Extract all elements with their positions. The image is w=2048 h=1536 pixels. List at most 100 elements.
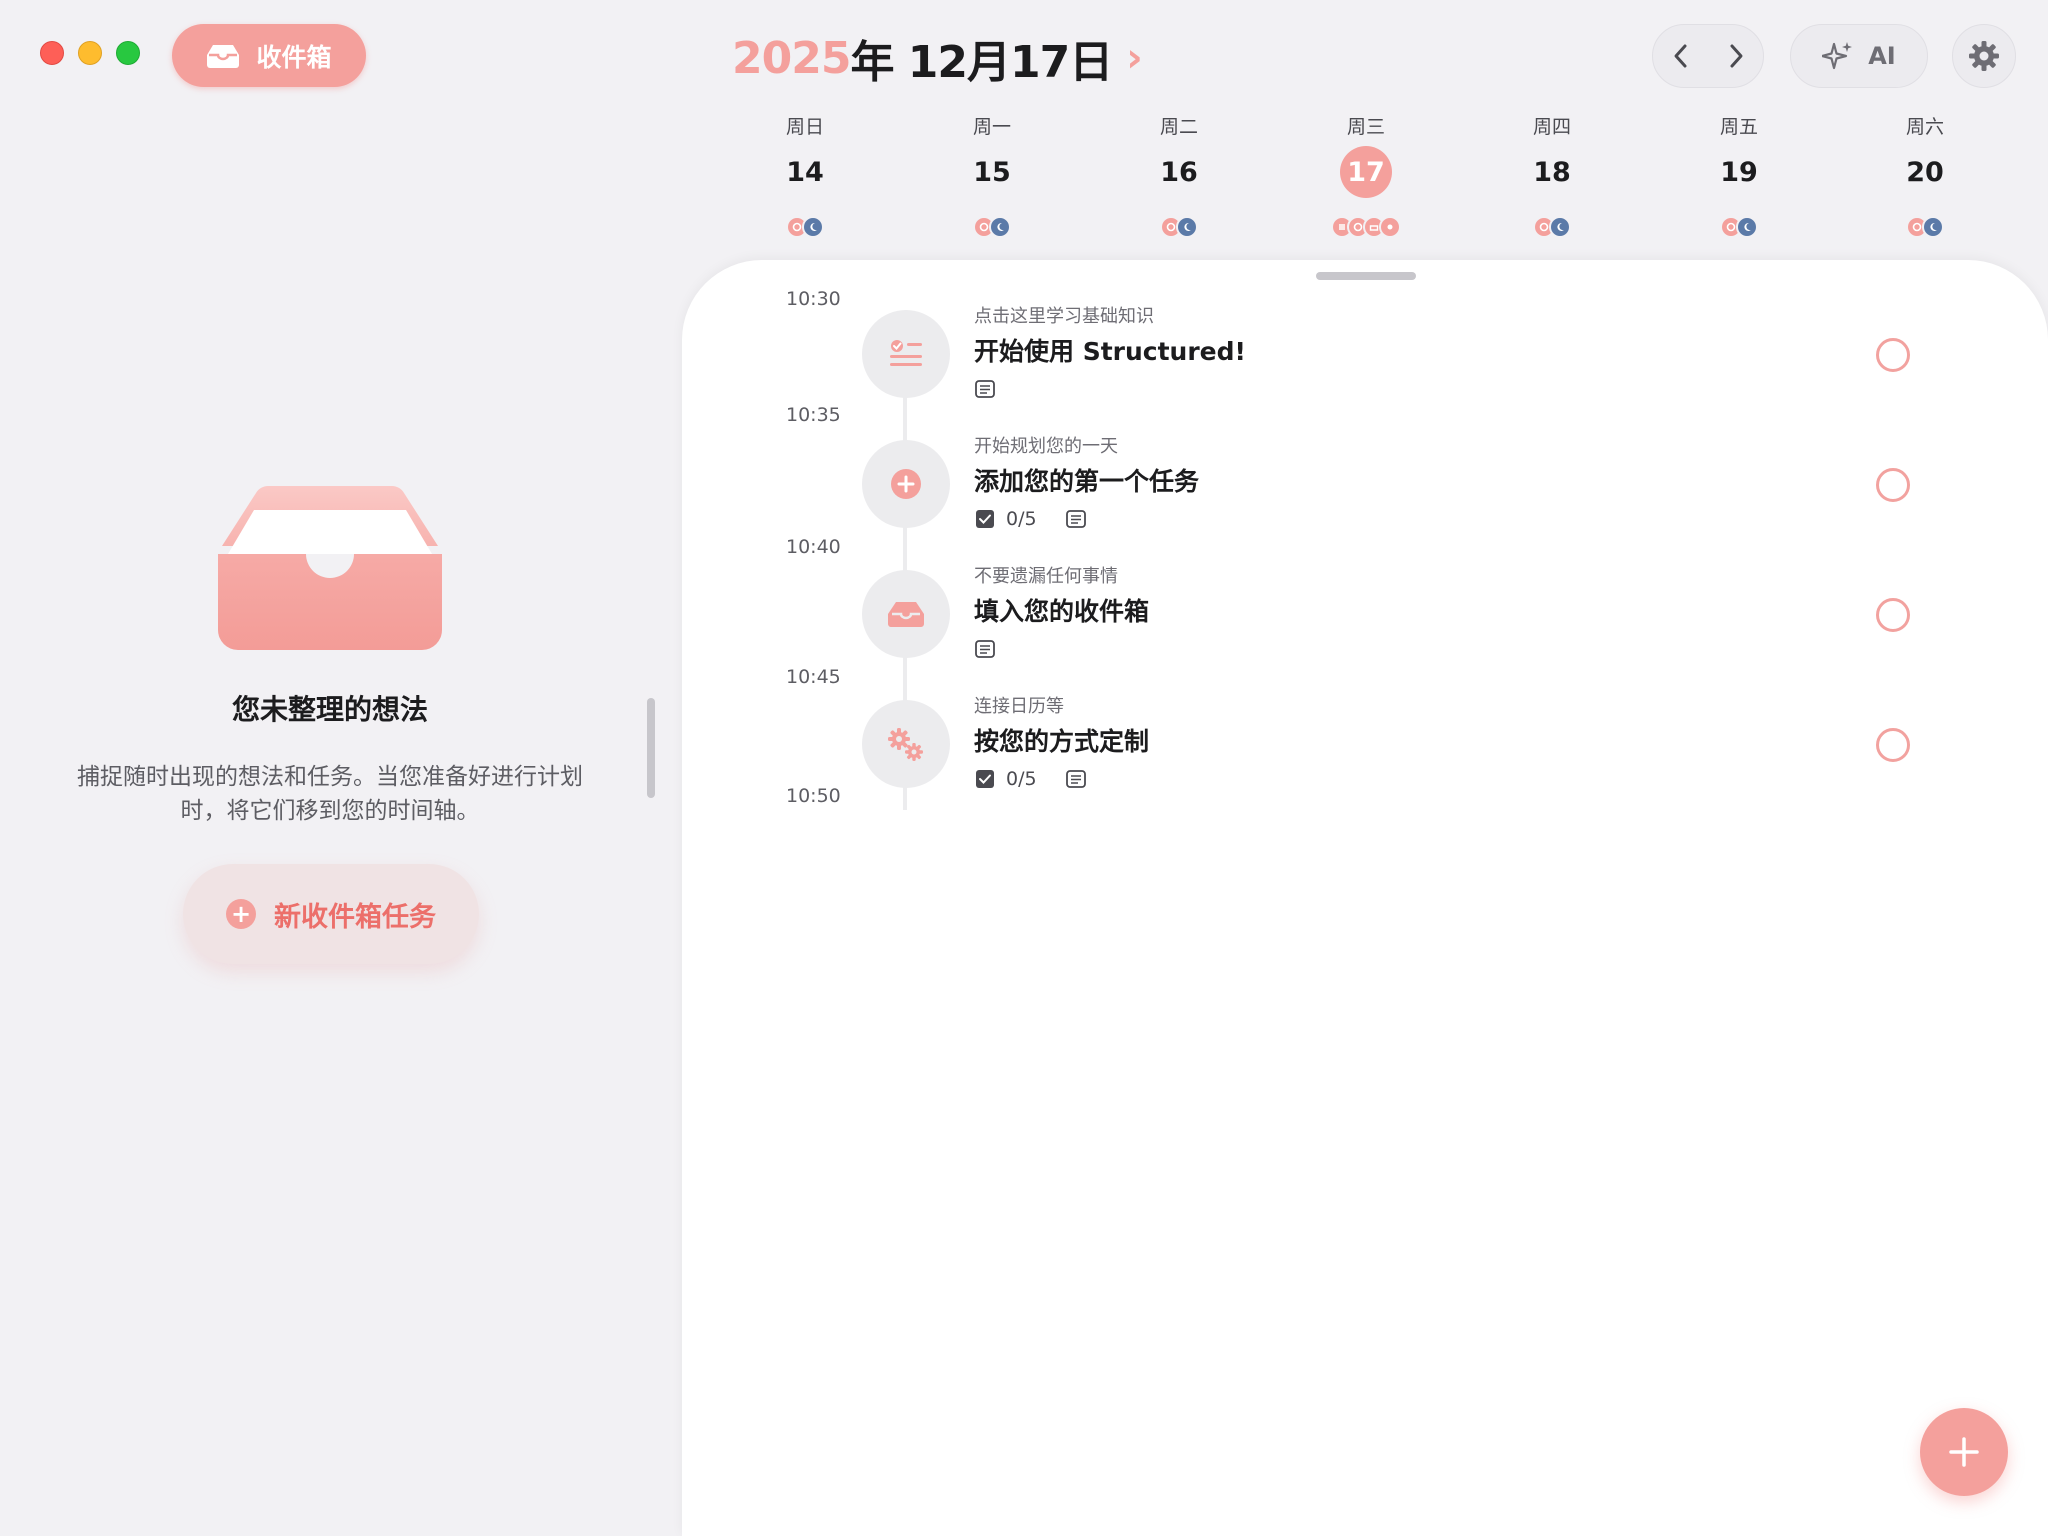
inbox-tray-icon: [207, 44, 240, 68]
moon-icon: [802, 216, 824, 238]
task-subtitle: 连接日历等: [974, 696, 1064, 717]
day-number: 14: [786, 156, 824, 188]
day-number: 18: [1533, 156, 1571, 188]
day-number: 20: [1906, 156, 1944, 188]
task-title: 开始使用 Structured!: [974, 337, 1246, 366]
moon-icon: [989, 216, 1011, 238]
moon-icon: [1549, 216, 1571, 238]
checklist-icon: [890, 340, 922, 366]
day-friday[interactable]: 周五 19: [1679, 112, 1799, 240]
subtask-checkbox-icon: [976, 510, 994, 528]
moon-icon: [1736, 216, 1758, 238]
task-complete-checkbox[interactable]: [1876, 598, 1910, 632]
subtask-count: 0/5: [1006, 508, 1037, 530]
task-item[interactable]: 开始规划您的一天 添加您的第一个任务 0/5: [682, 436, 2048, 550]
empty-inbox-description: 捕捉随时出现的想法和任务。当您准备好进行计划时，将它们移到您的时间轴。: [77, 764, 583, 824]
day-name: 周四: [1532, 116, 1571, 138]
task-item[interactable]: 点击这里学习基础知识 开始使用 Structured!: [682, 306, 2048, 420]
panel-divider-handle[interactable]: [647, 698, 655, 798]
day-number-selected: 17: [1340, 146, 1392, 198]
day-name: 周三: [1346, 116, 1385, 138]
window-controls: [40, 41, 140, 65]
subtask-checkbox-icon: [976, 770, 994, 788]
notes-icon: [1065, 510, 1086, 528]
task-title: 添加您的第一个任务: [974, 467, 1200, 496]
day-number: 19: [1720, 156, 1758, 188]
day-event-dots: [1906, 214, 1944, 240]
day-event-dots: [1160, 214, 1198, 240]
day-sunday[interactable]: 周日 14: [745, 112, 865, 240]
task-meta: 0/5: [974, 508, 1087, 530]
week-navigation: [1652, 24, 1764, 88]
day-name: 周六: [1905, 116, 1944, 138]
day-monday[interactable]: 周一 15: [932, 112, 1052, 240]
new-inbox-task-button[interactable]: + 新收件箱任务: [183, 864, 479, 964]
inbox-button-label: 收件箱: [256, 42, 332, 72]
day-name: 周二: [1159, 116, 1198, 138]
minimize-window-button[interactable]: [78, 41, 102, 65]
plus-circle-icon: [891, 469, 921, 499]
next-week-button[interactable]: [1725, 41, 1747, 71]
sheet-grabber[interactable]: [1316, 272, 1416, 280]
task-icon-badge: [862, 700, 950, 788]
gears-icon: [888, 728, 923, 761]
moon-icon: [1922, 216, 1944, 238]
day-wednesday[interactable]: 周三 17: [1306, 112, 1426, 240]
empty-inbox-illustration: [218, 486, 442, 650]
date-year: 2025: [732, 32, 851, 84]
notes-icon: [1065, 770, 1086, 788]
time-label: 10:30: [786, 288, 841, 310]
day-saturday[interactable]: 周六 20: [1865, 112, 1985, 240]
task-subtitle: 不要遗漏任何事情: [974, 566, 1118, 587]
day-name: 周五: [1719, 116, 1758, 138]
day-event-dots: [786, 214, 824, 240]
week-strip: 周日 14 周一 15 周二 16 周三 17 周四 18 周五 19 周六 2…: [740, 112, 1944, 242]
task-icon-badge: [862, 570, 950, 658]
day-event-dots: [1720, 214, 1758, 240]
empty-inbox-title: 您未整理的想法: [231, 693, 428, 726]
task-title: 填入您的收件箱: [974, 597, 1150, 626]
moon-icon: [1176, 216, 1198, 238]
add-task-button[interactable]: [1920, 1408, 2008, 1496]
date-month-day: 年 12月17日: [850, 37, 1113, 88]
notes-icon: [975, 640, 995, 658]
timeline-panel: 10:30 10:35 10:40 10:45 10:50 点击这里学习基础知识…: [682, 260, 2048, 1536]
task-item[interactable]: 连接日历等 按您的方式定制 0/5: [682, 696, 2048, 810]
day-thursday[interactable]: 周四 18: [1492, 112, 1612, 240]
task-meta: [974, 378, 996, 400]
plus-icon: [1949, 1437, 1979, 1467]
task-subtitle: 点击这里学习基础知识: [974, 306, 1154, 327]
gears-icon: [1379, 216, 1401, 238]
inbox-button[interactable]: 收件箱: [172, 24, 366, 87]
previous-week-button[interactable]: [1670, 41, 1692, 71]
plus-circle-icon: +: [226, 899, 256, 929]
current-date-title[interactable]: 2025 年 12月17日 ›: [732, 28, 1143, 89]
gear-icon: [1969, 41, 1999, 71]
task-complete-checkbox[interactable]: [1876, 468, 1910, 502]
task-meta: 0/5: [974, 768, 1087, 790]
day-event-dots: [973, 214, 1011, 240]
new-inbox-task-label: 新收件箱任务: [274, 901, 436, 933]
task-complete-checkbox[interactable]: [1876, 728, 1910, 762]
task-title: 按您的方式定制: [974, 727, 1150, 756]
inbox-tray-icon: [888, 602, 924, 627]
task-icon-badge: [862, 310, 950, 398]
task-subtitle: 开始规划您的一天: [974, 436, 1118, 457]
task-icon-badge: [862, 440, 950, 528]
day-event-dots: [1533, 214, 1571, 240]
task-complete-checkbox[interactable]: [1876, 338, 1910, 372]
day-tuesday[interactable]: 周二 16: [1119, 112, 1239, 240]
sparkles-icon: [1822, 42, 1853, 70]
ai-button-label: AI: [1868, 42, 1896, 70]
day-number: 15: [973, 156, 1011, 188]
close-window-button[interactable]: [40, 41, 64, 65]
day-number: 16: [1160, 156, 1198, 188]
day-event-dots: [1331, 214, 1401, 240]
task-item[interactable]: 不要遗漏任何事情 填入您的收件箱: [682, 566, 2048, 680]
inbox-panel: 您未整理的想法 捕捉随时出现的想法和任务。当您准备好进行计划时，将它们移到您的时…: [0, 100, 660, 1536]
settings-button[interactable]: [1952, 24, 2016, 88]
subtask-count: 0/5: [1006, 768, 1037, 790]
notes-icon: [975, 380, 995, 398]
maximize-window-button[interactable]: [116, 41, 140, 65]
ai-button[interactable]: AI: [1790, 24, 1928, 88]
